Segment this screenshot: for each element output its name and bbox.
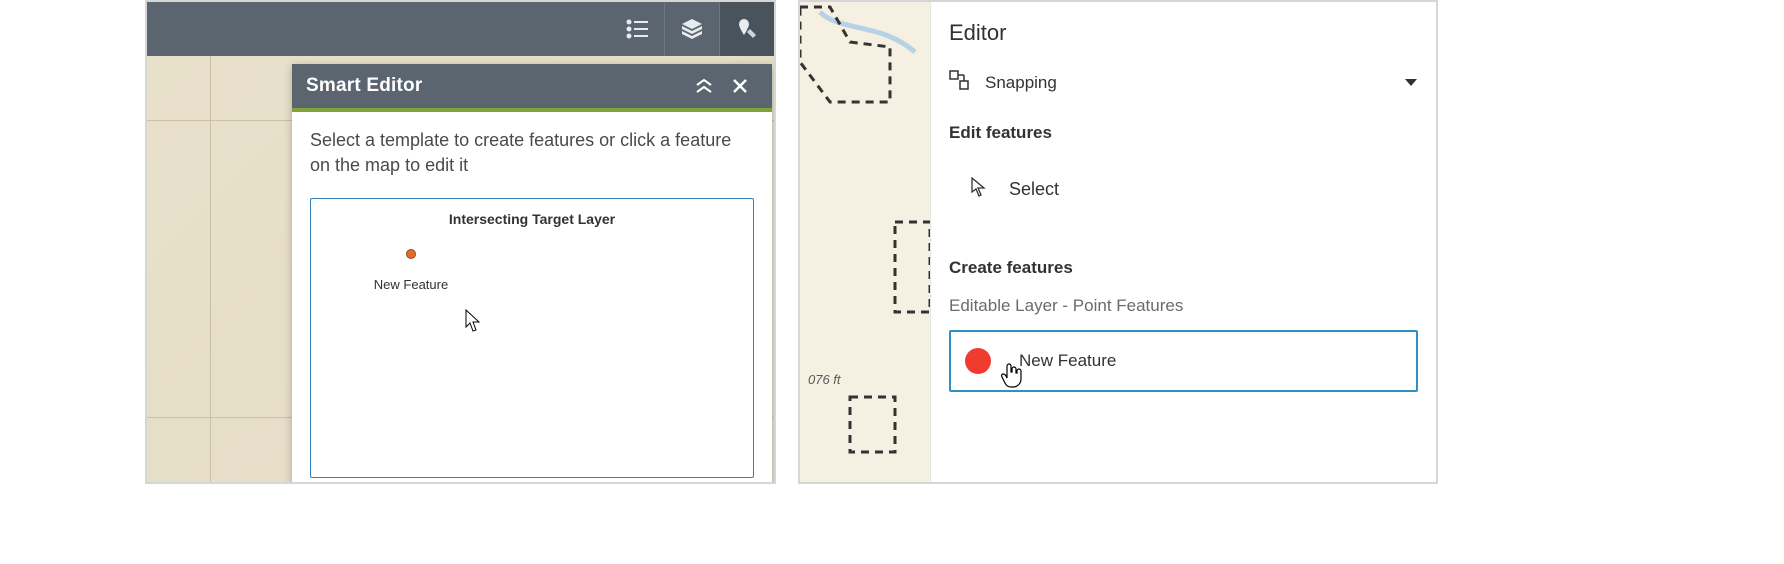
layers-button[interactable] — [665, 2, 719, 56]
point-symbol-icon — [965, 348, 991, 374]
feature-template-item[interactable]: New Feature — [361, 249, 461, 292]
snapping-dropdown[interactable]: Snapping — [949, 70, 1418, 95]
layer-name-label: Editable Layer - Point Features — [949, 296, 1418, 316]
map-slice: 076 ft — [800, 2, 930, 482]
editor-panel: Editor Snapping Edit features — [930, 2, 1436, 482]
map-toolbar — [147, 2, 774, 56]
legend-button[interactable] — [610, 2, 664, 56]
select-tool[interactable]: Select — [949, 161, 1418, 218]
panel-header: Smart Editor — [292, 64, 772, 112]
editor-title: Editor — [949, 20, 1418, 46]
cursor-icon — [465, 309, 483, 333]
panel-title: Smart Editor — [306, 75, 686, 97]
edit-features-heading: Edit features — [949, 123, 1418, 143]
layer-group-title: Intersecting Target Layer — [311, 199, 753, 235]
template-label: New Feature — [374, 277, 448, 292]
point-symbol-icon — [406, 249, 416, 259]
select-cursor-icon — [971, 177, 987, 202]
collapse-button[interactable] — [686, 68, 722, 104]
feature-template-row[interactable]: New Feature — [949, 330, 1418, 392]
smart-editor-screenshot: Smart Editor Select a template to create… — [145, 0, 776, 484]
scale-text: 076 ft — [808, 372, 841, 387]
editor-widget-screenshot: 076 ft Editor Snapping Edit features — [798, 0, 1438, 484]
create-features-heading: Create features — [949, 258, 1418, 278]
template-picker: Intersecting Target Layer New Feature — [310, 198, 754, 478]
chevron-down-icon — [1404, 73, 1418, 93]
smart-editor-panel: Smart Editor Select a template to create… — [292, 64, 772, 484]
instruction-text: Select a template to create features or … — [310, 128, 754, 178]
feature-template-label: New Feature — [1019, 351, 1116, 371]
snapping-label: Snapping — [985, 73, 1057, 93]
panel-body: Select a template to create features or … — [292, 112, 772, 484]
smart-editor-toolbar-button[interactable] — [720, 2, 774, 56]
snapping-icon — [949, 70, 969, 95]
select-label: Select — [1009, 179, 1059, 200]
close-button[interactable] — [722, 68, 758, 104]
